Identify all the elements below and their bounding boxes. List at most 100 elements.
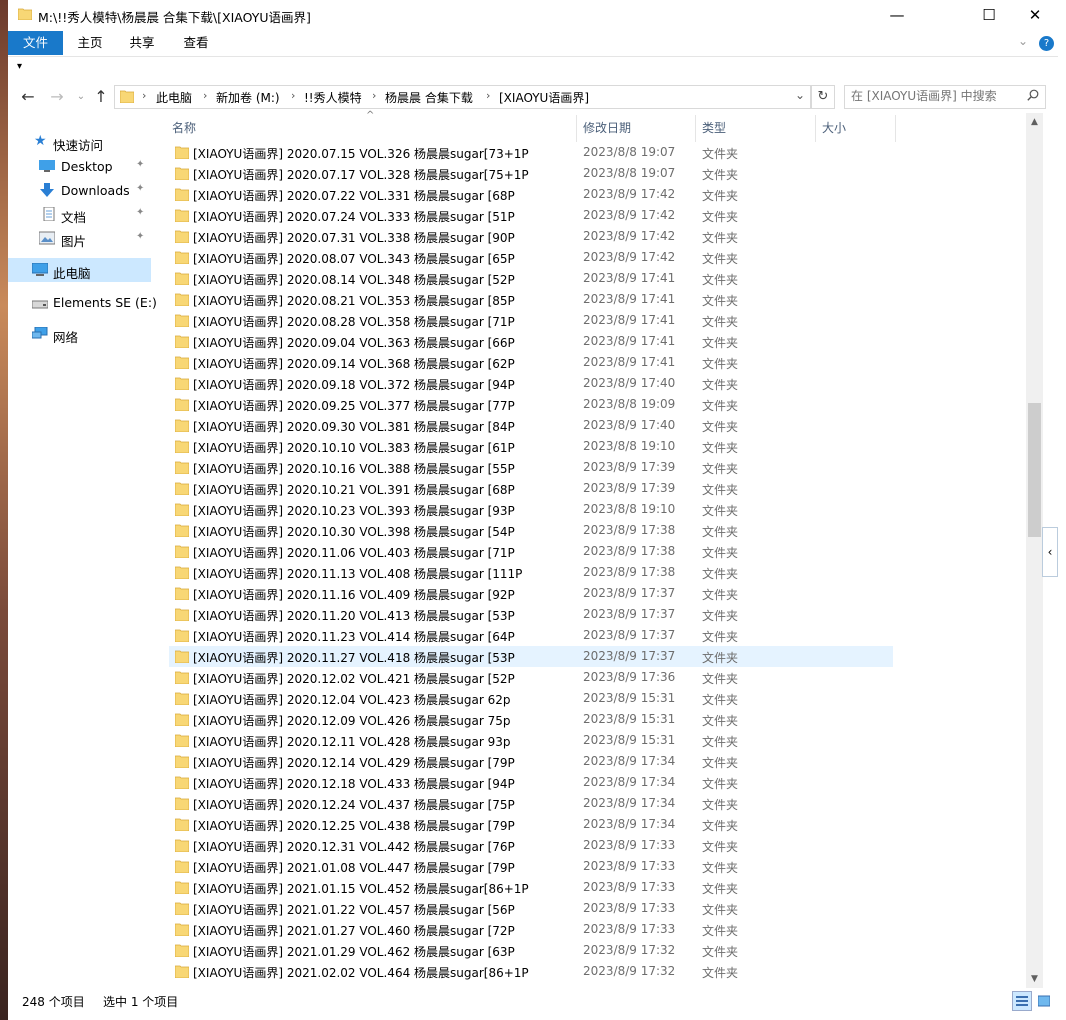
nav-item-network[interactable]: 网络	[8, 322, 151, 346]
nav-item-elements-drive[interactable]: Elements SE (E:)	[8, 290, 157, 314]
table-row[interactable]: [XIAOYU语画界] 2020.12.25 VOL.438 杨晨晨sugar …	[169, 814, 893, 835]
search-input[interactable]	[851, 88, 1021, 104]
maximize-button[interactable]: ☐	[966, 0, 1012, 31]
table-row[interactable]: [XIAOYU语画界] 2020.11.23 VOL.414 杨晨晨sugar …	[169, 625, 893, 646]
folder-icon	[175, 335, 189, 348]
table-row[interactable]: [XIAOYU语画界] 2020.12.09 VOL.426 杨晨晨sugar …	[169, 709, 893, 730]
file-name: [XIAOYU语画界] 2020.10.23 VOL.393 杨晨晨sugar …	[193, 504, 515, 518]
table-row[interactable]: [XIAOYU语画界] 2020.09.25 VOL.377 杨晨晨sugar …	[169, 394, 893, 415]
folder-icon	[175, 314, 189, 327]
table-row[interactable]: [XIAOYU语画界] 2020.08.14 VOL.348 杨晨晨sugar …	[169, 268, 893, 289]
table-row[interactable]: [XIAOYU语画界] 2020.12.11 VOL.428 杨晨晨sugar …	[169, 730, 893, 751]
breadcrumb-drive[interactable]: 新加卷 (M:)	[216, 89, 280, 106]
file-name: [XIAOYU语画界] 2020.09.14 VOL.368 杨晨晨sugar …	[193, 357, 515, 371]
table-row[interactable]: [XIAOYU语画界] 2021.01.27 VOL.460 杨晨晨sugar …	[169, 919, 893, 940]
file-date: 2023/8/9 17:37	[583, 628, 676, 642]
tab-file[interactable]: 文件	[8, 31, 63, 55]
address-separator: ›	[372, 89, 377, 102]
minimize-button[interactable]: —	[874, 0, 920, 31]
scroll-up-button[interactable]: ▲	[1026, 114, 1043, 131]
nav-item-documents[interactable]: 文档 ✦	[8, 202, 151, 226]
table-row[interactable]: [XIAOYU语画界] 2020.11.20 VOL.413 杨晨晨sugar …	[169, 604, 893, 625]
column-header-date[interactable]: 修改日期	[583, 115, 696, 142]
help-icon[interactable]: ?	[1039, 36, 1054, 51]
quick-access-dropdown-icon[interactable]: ▾	[17, 61, 22, 72]
table-row[interactable]: [XIAOYU语画界] 2020.08.21 VOL.353 杨晨晨sugar …	[169, 289, 893, 310]
table-row[interactable]: [XIAOYU语画界] 2020.10.30 VOL.398 杨晨晨sugar …	[169, 520, 893, 541]
table-row[interactable]: [XIAOYU语画界] 2020.11.06 VOL.403 杨晨晨sugar …	[169, 541, 893, 562]
ribbon-expand-icon[interactable]: ⌄	[1018, 34, 1028, 48]
table-row[interactable]: [XIAOYU语画界] 2020.10.23 VOL.393 杨晨晨sugar …	[169, 499, 893, 520]
table-row[interactable]: [XIAOYU语画界] 2020.08.28 VOL.358 杨晨晨sugar …	[169, 310, 893, 331]
column-header-type[interactable]: 类型	[702, 115, 816, 142]
close-button[interactable]: ✕	[1012, 0, 1058, 31]
table-row[interactable]: [XIAOYU语画界] 2020.12.24 VOL.437 杨晨晨sugar …	[169, 793, 893, 814]
table-row[interactable]: [XIAOYU语画界] 2020.08.07 VOL.343 杨晨晨sugar …	[169, 247, 893, 268]
column-header-name[interactable]: 名称	[172, 115, 577, 142]
folder-icon	[175, 440, 189, 453]
table-row[interactable]: [XIAOYU语画界] 2020.07.15 VOL.326 杨晨晨sugar[…	[169, 142, 893, 163]
scroll-thumb[interactable]	[1028, 403, 1041, 537]
nav-item-quick-access[interactable]: ★ 快速访问	[8, 130, 151, 154]
nav-item-desktop[interactable]: Desktop ✦	[8, 154, 151, 178]
table-row[interactable]: [XIAOYU语画界] 2021.01.15 VOL.452 杨晨晨sugar[…	[169, 877, 893, 898]
table-row[interactable]: [XIAOYU语画界] 2020.11.13 VOL.408 杨晨晨sugar …	[169, 562, 893, 583]
file-type: 文件夹	[702, 336, 739, 350]
table-row[interactable]: [XIAOYU语画界] 2020.09.18 VOL.372 杨晨晨sugar …	[169, 373, 893, 394]
table-row[interactable]: [XIAOYU语画界] 2020.10.10 VOL.383 杨晨晨sugar …	[169, 436, 893, 457]
large-icons-view-button[interactable]	[1034, 991, 1054, 1011]
nav-item-pictures[interactable]: 图片 ✦	[8, 226, 151, 250]
nav-item-downloads[interactable]: Downloads ✦	[8, 178, 151, 202]
file-date: 2023/8/9 17:33	[583, 859, 676, 873]
table-row[interactable]: [XIAOYU语画界] 2020.07.17 VOL.328 杨晨晨sugar[…	[169, 163, 893, 184]
scroll-down-button[interactable]: ▼	[1026, 971, 1043, 988]
back-button[interactable]: ←	[18, 87, 38, 107]
folder-icon	[175, 671, 189, 684]
table-row[interactable]: [XIAOYU语画界] 2020.10.16 VOL.388 杨晨晨sugar …	[169, 457, 893, 478]
forward-button[interactable]: →	[47, 87, 67, 107]
table-row[interactable]: [XIAOYU语画界] 2020.07.31 VOL.338 杨晨晨sugar …	[169, 226, 893, 247]
tab-view[interactable]: 查看	[174, 31, 218, 55]
tab-home[interactable]: 主页	[68, 31, 112, 55]
details-view-button[interactable]	[1012, 991, 1032, 1011]
table-row[interactable]: [XIAOYU语画界] 2021.01.22 VOL.457 杨晨晨sugar …	[169, 898, 893, 919]
nav-item-this-pc[interactable]: 此电脑	[8, 258, 151, 282]
table-row[interactable]: [XIAOYU语画界] 2020.12.14 VOL.429 杨晨晨sugar …	[169, 751, 893, 772]
table-row[interactable]: [XIAOYU语画界] 2020.12.18 VOL.433 杨晨晨sugar …	[169, 772, 893, 793]
table-row[interactable]: [XIAOYU语画界] 2020.11.27 VOL.418 杨晨晨sugar …	[169, 646, 893, 667]
breadcrumb-this-pc[interactable]: 此电脑	[156, 89, 192, 106]
folder-icon	[175, 860, 189, 873]
tab-share[interactable]: 共享	[120, 31, 164, 55]
table-row[interactable]: [XIAOYU语画界] 2020.12.02 VOL.421 杨晨晨sugar …	[169, 667, 893, 688]
table-row[interactable]: [XIAOYU语画界] 2020.12.04 VOL.423 杨晨晨sugar …	[169, 688, 893, 709]
file-date: 2023/8/9 17:37	[583, 586, 676, 600]
breadcrumb-current[interactable]: [XIAOYU语画界]	[499, 89, 589, 106]
table-row[interactable]: [XIAOYU语画界] 2021.01.29 VOL.462 杨晨晨sugar …	[169, 940, 893, 961]
table-row[interactable]: [XIAOYU语画界] 2020.07.24 VOL.333 杨晨晨sugar …	[169, 205, 893, 226]
table-row[interactable]: [XIAOYU语画界] 2020.09.30 VOL.381 杨晨晨sugar …	[169, 415, 893, 436]
recent-locations-button[interactable]: ⌄	[71, 87, 91, 107]
table-row[interactable]: [XIAOYU语画界] 2020.09.14 VOL.368 杨晨晨sugar …	[169, 352, 893, 373]
vertical-scrollbar[interactable]	[1026, 113, 1043, 988]
refresh-button[interactable]: ↻	[811, 85, 835, 109]
address-dropdown-icon[interactable]: ⌄	[795, 88, 805, 102]
table-row[interactable]: [XIAOYU语画界] 2020.09.04 VOL.363 杨晨晨sugar …	[169, 331, 893, 352]
table-row[interactable]: [XIAOYU语画界] 2020.10.21 VOL.391 杨晨晨sugar …	[169, 478, 893, 499]
breadcrumb-models[interactable]: !!秀人模特	[304, 89, 362, 106]
search-box[interactable]	[844, 85, 1046, 109]
table-row[interactable]: [XIAOYU语画界] 2021.01.08 VOL.447 杨晨晨sugar …	[169, 856, 893, 877]
address-bar[interactable]: › 此电脑 › 新加卷 (M:) › !!秀人模特 › 杨晨晨 合集下载 › […	[114, 85, 811, 109]
column-header-size[interactable]: 大小	[822, 115, 896, 142]
table-row[interactable]: [XIAOYU语画界] 2021.02.02 VOL.464 杨晨晨sugar[…	[169, 961, 893, 982]
breadcrumb-collection[interactable]: 杨晨晨 合集下载	[385, 89, 473, 106]
file-name: [XIAOYU语画界] 2020.10.30 VOL.398 杨晨晨sugar …	[193, 525, 515, 539]
table-row[interactable]: [XIAOYU语画界] 2020.07.22 VOL.331 杨晨晨sugar …	[169, 184, 893, 205]
up-button[interactable]: ↑	[91, 87, 111, 107]
table-row[interactable]: [XIAOYU语画界] 2020.11.16 VOL.409 杨晨晨sugar …	[169, 583, 893, 604]
folder-icon	[175, 755, 189, 768]
details-pane-toggle[interactable]: ‹	[1042, 527, 1058, 577]
folder-icon	[18, 8, 32, 20]
item-count: 248 个项目	[22, 995, 85, 1009]
file-type: 文件夹	[702, 252, 739, 266]
table-row[interactable]: [XIAOYU语画界] 2020.12.31 VOL.442 杨晨晨sugar …	[169, 835, 893, 856]
